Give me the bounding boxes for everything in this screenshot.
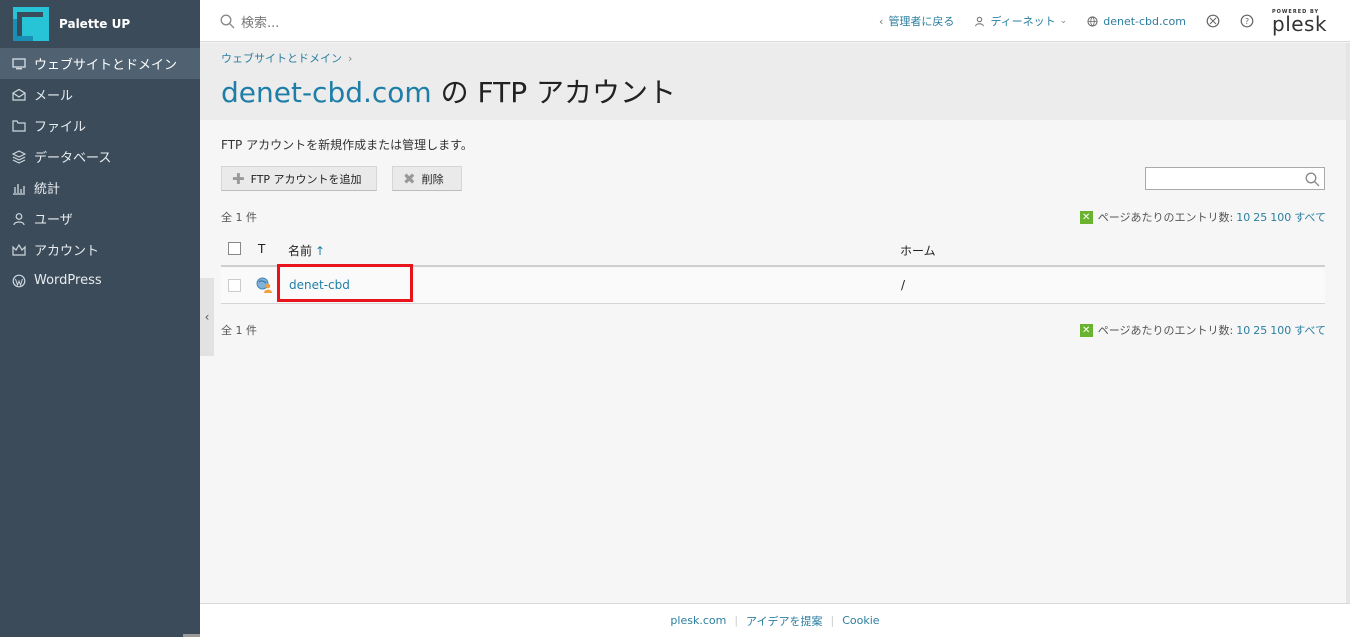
search-input[interactable]: 検索... (241, 12, 279, 31)
brand-logo-icon (13, 7, 49, 41)
database-icon (12, 149, 26, 164)
sidebar-item-label: データベース (34, 151, 112, 166)
column-name[interactable]: 名前 ↑ (288, 242, 325, 259)
per-page-all[interactable]: すべて (1294, 209, 1326, 225)
footer: plesk.com | アイデアを提案 | Cookie (200, 603, 1350, 637)
sidebar-item-websites[interactable]: ウェブサイトとドメイン (0, 48, 200, 79)
chevron-right-icon: › (348, 52, 353, 65)
delete-icon: ✖ (403, 169, 416, 188)
per-page-selector-bottom: ✕ ページあたりのエントリ数: 10 25 100 すべて (1079, 322, 1326, 338)
brand[interactable]: Palette UP (0, 0, 200, 48)
search-icon (1305, 172, 1320, 187)
sidebar-item-users[interactable]: ユーザ (0, 203, 200, 234)
plus-icon: ✚ (232, 169, 245, 188)
sidebar-item-label: メール (34, 89, 74, 104)
chevron-left-icon: ‹ (879, 14, 884, 28)
account-icon (12, 243, 26, 257)
add-ftp-account-button[interactable]: ✚ FTP アカウントを追加 (221, 166, 377, 191)
back-to-admin-link[interactable]: ‹ 管理者に戻る (879, 13, 954, 29)
sidebar-item-account[interactable]: アカウント (0, 234, 200, 265)
wordpress-icon (12, 274, 26, 288)
mail-icon (12, 88, 26, 102)
extensions-icon[interactable] (1206, 14, 1220, 28)
sidebar-collapse-button[interactable]: ‹ (200, 278, 214, 356)
brand-name: Palette UP (59, 17, 131, 31)
per-page-25[interactable]: 25 (1253, 324, 1267, 337)
user-name: ディーネット (990, 15, 1056, 28)
plesk-wordmark: plesk (1272, 12, 1328, 36)
page-title: denet-cbd.com の FTP アカウント (221, 71, 676, 111)
per-page-label: ページあたりのエントリ数: (1097, 211, 1234, 224)
per-page-label: ページあたりのエントリ数: (1097, 324, 1234, 337)
user-menu[interactable]: ディーネット ⌄ (974, 13, 1067, 29)
global-search[interactable]: 検索... (220, 12, 279, 31)
user-icon (12, 212, 26, 226)
sidebar: Palette UP ウェブサイトとドメイン メール ファイル データベース 統… (0, 0, 200, 637)
column-type[interactable]: T (258, 242, 265, 256)
select-all-checkbox[interactable] (228, 242, 241, 255)
page-title-domain-link[interactable]: denet-cbd.com (221, 76, 432, 109)
chevron-left-icon: ‹ (204, 310, 210, 324)
delete-label: 削除 (421, 172, 444, 186)
column-home[interactable]: ホーム (900, 242, 936, 259)
per-page-25[interactable]: 25 (1253, 211, 1267, 224)
per-page-selector: ✕ ページあたりのエントリ数: 10 25 100 すべて (1079, 209, 1326, 225)
footer-link-suggest-idea[interactable]: アイデアを提案 (738, 613, 830, 629)
sidebar-item-files[interactable]: ファイル (0, 110, 200, 141)
sidebar-item-label: WordPress (34, 273, 102, 288)
ftp-account-name-link[interactable]: denet-cbd (289, 278, 350, 292)
topbar: 検索... ‹ 管理者に戻る ディーネット ⌄ denet-cbd.com ? … (200, 0, 1350, 42)
domain-label: denet-cbd.com (1103, 14, 1186, 28)
sidebar-item-label: アカウント (34, 244, 100, 259)
page-title-text: の FTP アカウント (431, 76, 677, 109)
per-page-100[interactable]: 100 (1270, 211, 1291, 224)
export-excel-icon[interactable]: ✕ (1079, 323, 1093, 337)
add-ftp-account-label: FTP アカウントを追加 (250, 172, 362, 186)
sidebar-item-mail[interactable]: メール (0, 79, 200, 110)
per-page-10[interactable]: 10 (1236, 211, 1250, 224)
sidebar-item-label: ユーザ (34, 213, 73, 228)
breadcrumb[interactable]: ウェブサイトとドメイン › (221, 50, 352, 66)
per-page-all[interactable]: すべて (1294, 322, 1326, 338)
ftp-account-home: / (901, 278, 906, 292)
list-search-input[interactable] (1145, 167, 1325, 190)
row-checkbox[interactable] (228, 279, 241, 292)
per-page-10[interactable]: 10 (1236, 324, 1250, 337)
sidebar-item-wordpress[interactable]: WordPress (0, 265, 200, 296)
sidebar-item-statistics[interactable]: 統計 (0, 172, 200, 203)
per-page-100[interactable]: 100 (1270, 324, 1291, 337)
breadcrumb-item[interactable]: ウェブサイトとドメイン (221, 52, 342, 65)
sidebar-item-label: ウェブサイトとドメイン (34, 58, 178, 73)
total-count: 全 1 件 (221, 211, 257, 224)
folder-icon (12, 119, 26, 133)
sidebar-item-label: ファイル (34, 120, 87, 135)
search-icon (220, 14, 235, 29)
sort-asc-icon: ↑ (315, 244, 326, 258)
chart-icon (12, 181, 26, 195)
plesk-logo[interactable]: POWERED BY plesk (1272, 9, 1328, 36)
svg-text:?: ? (1245, 17, 1249, 26)
total-count-bottom: 全 1 件 (221, 324, 257, 337)
sidebar-item-databases[interactable]: データベース (0, 141, 200, 172)
ftp-user-icon (256, 277, 272, 293)
page-header: ウェブサイトとドメイン › denet-cbd.com の FTP アカウント (200, 43, 1346, 120)
footer-link-cookie[interactable]: Cookie (834, 614, 887, 627)
sidebar-item-label: 統計 (34, 182, 61, 197)
back-to-admin-label: 管理者に戻る (888, 15, 955, 28)
help-icon[interactable]: ? (1240, 14, 1254, 28)
page-description: FTP アカウントを新規作成または管理します。 (221, 138, 473, 152)
table-header: T 名前 ↑ ホーム (221, 236, 1325, 267)
scrollbar[interactable] (1346, 43, 1350, 603)
export-excel-icon[interactable]: ✕ (1079, 210, 1093, 224)
monitor-icon (12, 57, 26, 71)
domain-link[interactable]: denet-cbd.com (1087, 15, 1186, 28)
chevron-down-icon: ⌄ (1059, 16, 1068, 26)
column-name-label: 名前 (288, 244, 313, 258)
globe-icon (1087, 15, 1098, 27)
delete-button[interactable]: ✖ 削除 (392, 166, 462, 191)
table-row: denet-cbd / (221, 264, 1325, 304)
user-icon (975, 16, 985, 26)
footer-link-plesk[interactable]: plesk.com (662, 614, 734, 627)
